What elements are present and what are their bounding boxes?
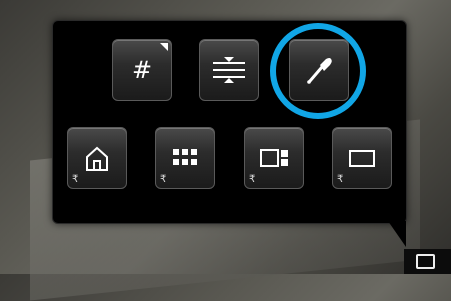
home-button[interactable]: ₹ (67, 127, 127, 189)
taskbar-tray[interactable] (404, 249, 451, 274)
sub-glyph: ₹ (249, 174, 256, 185)
sub-glyph: ₹ (160, 174, 167, 185)
split-view-button[interactable]: ₹ (244, 127, 304, 189)
split-view-icon (260, 149, 288, 167)
guide-lines-icon (213, 57, 245, 83)
highlight-ring (270, 23, 366, 119)
sub-glyph: ₹ (337, 174, 344, 185)
grid-view-button[interactable]: ₹ (155, 127, 215, 189)
single-view-icon (349, 150, 375, 167)
grid-view-icon (173, 149, 197, 165)
comment-icon (416, 254, 435, 269)
corner-indicator-icon (160, 43, 168, 51)
popup-pointer (388, 221, 406, 247)
hash-grid-icon: # (131, 56, 153, 84)
home-icon (86, 146, 108, 171)
single-view-button[interactable]: ₹ (332, 127, 392, 189)
grid-button[interactable]: # (112, 39, 172, 101)
guide-lines-button[interactable] (199, 39, 259, 101)
sub-glyph: ₹ (72, 174, 79, 185)
